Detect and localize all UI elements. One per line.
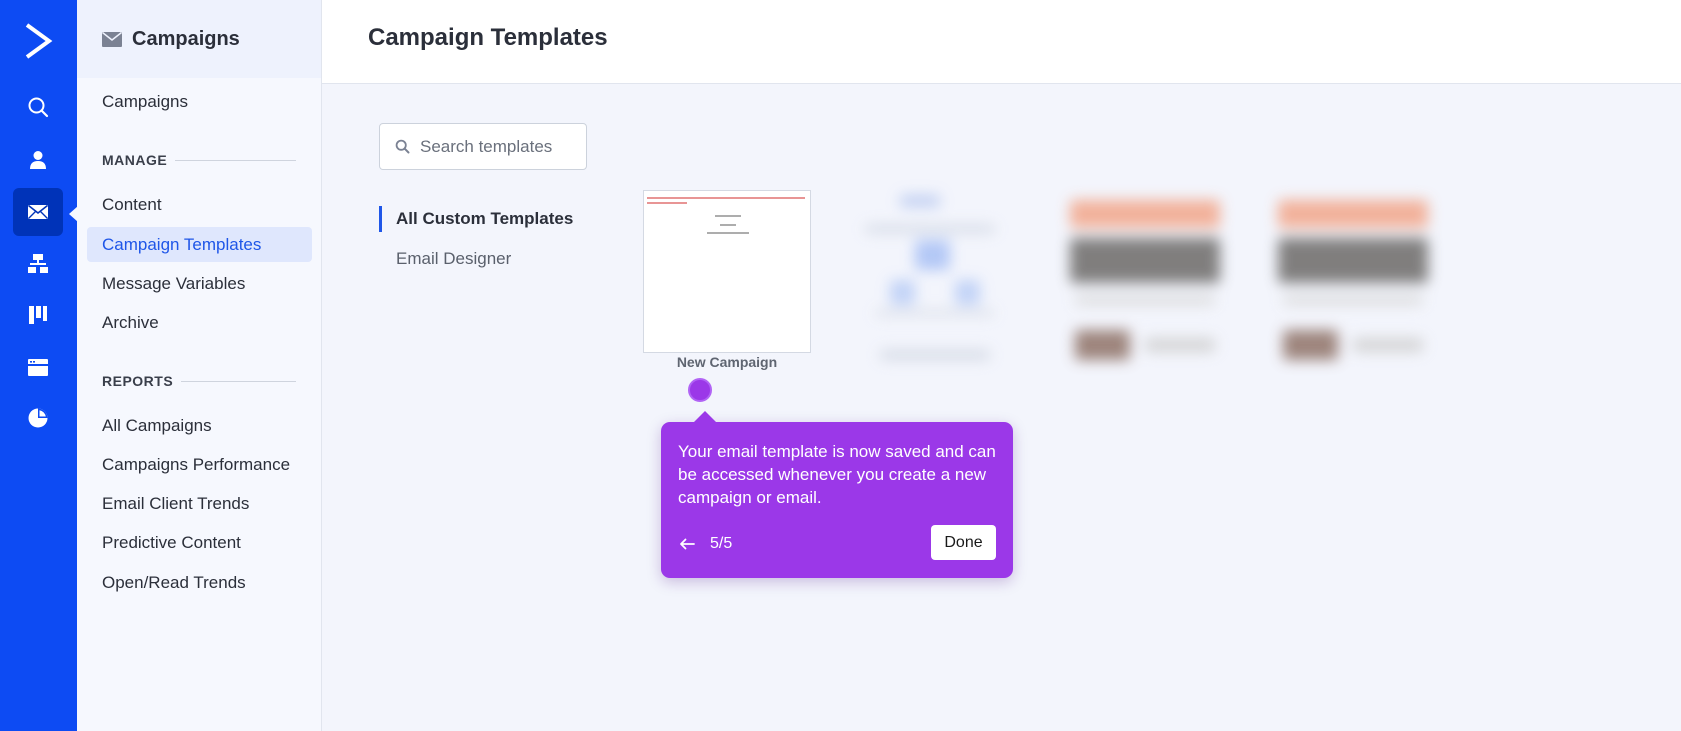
thumbnail-line (707, 232, 749, 234)
rail-website[interactable] (13, 343, 63, 391)
search-icon (28, 97, 49, 118)
deals-icon (29, 306, 47, 324)
icon-rail (0, 0, 78, 731)
sidebar-item-campaigns-performance[interactable]: Campaigns Performance (102, 455, 290, 475)
rail-search[interactable] (13, 83, 63, 131)
rail-automations[interactable] (13, 240, 63, 288)
search-templates-input[interactable] (420, 136, 570, 157)
app-logo-icon[interactable] (23, 22, 53, 60)
page-header: Campaign Templates (322, 0, 1681, 84)
manage-heading-label: MANAGE (102, 152, 168, 168)
arrow-left-icon (680, 538, 695, 550)
template-card-blurred (1060, 190, 1235, 370)
template-card-blurred (845, 190, 1020, 370)
sidebar-header: Campaigns (77, 0, 321, 78)
sidebar-item-campaign-templates[interactable]: Campaign Templates (87, 227, 312, 262)
automations-icon (28, 254, 48, 273)
sidebar-item-email-client-trends[interactable]: Email Client Trends (102, 494, 249, 514)
sidebar-item-content[interactable]: Content (102, 195, 162, 215)
sidebar-item-predictive-content[interactable]: Predictive Content (102, 533, 241, 553)
reports-icon (28, 408, 48, 428)
mail-icon (102, 31, 122, 47)
tour-done-button[interactable]: Done (931, 525, 996, 560)
section-divider (181, 380, 296, 382)
tour-back-button[interactable] (678, 535, 696, 553)
campaigns-sidebar: Campaigns Campaigns MANAGE Content Campa… (77, 0, 322, 731)
rail-reports[interactable] (13, 394, 63, 442)
website-icon (28, 359, 48, 376)
sidebar-item-open-read-trends[interactable]: Open/Read Trends (102, 573, 246, 593)
template-card-new-campaign[interactable] (643, 190, 811, 353)
tour-beacon (688, 378, 712, 402)
rail-deals[interactable] (13, 291, 63, 339)
search-icon (395, 139, 410, 154)
template-name: New Campaign (676, 354, 778, 370)
search-templates-field[interactable] (379, 123, 587, 170)
thumbnail-line (720, 224, 736, 226)
contacts-icon (30, 151, 46, 169)
manage-section-heading: MANAGE (102, 152, 296, 168)
filter-all-custom-templates[interactable]: All Custom Templates (379, 206, 573, 232)
reports-section-heading: REPORTS (102, 373, 296, 389)
tour-step-counter: 5/5 (710, 535, 733, 552)
template-card-blurred (1268, 190, 1443, 370)
page-title: Campaign Templates (368, 24, 608, 51)
filter-email-designer[interactable]: Email Designer (379, 246, 511, 272)
section-divider (175, 159, 296, 161)
sidebar-item-archive[interactable]: Archive (102, 313, 159, 333)
campaigns-mail-icon (28, 204, 48, 219)
sidebar-title: Campaigns (132, 27, 240, 50)
rail-contacts[interactable] (13, 136, 63, 184)
rail-campaigns[interactable] (13, 188, 63, 236)
tour-tooltip: Your email template is now saved and can… (661, 411, 1013, 578)
sidebar-item-all-campaigns[interactable]: All Campaigns (102, 416, 212, 436)
thumbnail-line (647, 197, 805, 199)
reports-heading-label: REPORTS (102, 373, 174, 389)
tour-message: Your email template is now saved and can… (678, 442, 996, 507)
sidebar-item-message-variables[interactable]: Message Variables (102, 274, 245, 294)
thumbnail-line (647, 202, 687, 204)
thumbnail-line (715, 215, 741, 217)
sidebar-item-campaigns[interactable]: Campaigns (102, 92, 188, 112)
